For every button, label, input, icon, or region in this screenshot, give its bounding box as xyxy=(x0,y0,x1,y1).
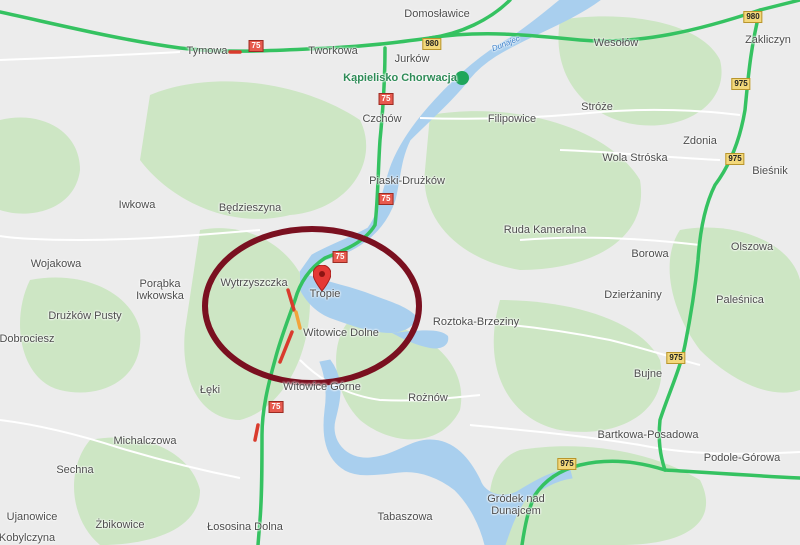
label-stroze[interactable]: Stróże xyxy=(581,101,613,113)
road-shield-75: 75 xyxy=(378,193,394,205)
label-domoslawice[interactable]: Domosławice xyxy=(404,8,469,20)
label-podole[interactable]: Podole-Górowa xyxy=(704,452,780,464)
label-dobrociesz[interactable]: Dobrociesz xyxy=(0,333,55,345)
road-shield-975: 975 xyxy=(666,352,686,364)
label-roznow[interactable]: Rożnów xyxy=(408,392,448,404)
label-czchow[interactable]: Czchów xyxy=(362,113,401,125)
label-iwkowa[interactable]: Iwkowa xyxy=(119,199,156,211)
label-ujanowice[interactable]: Ujanowice xyxy=(7,511,58,523)
label-ruda[interactable]: Ruda Kameralna xyxy=(500,224,590,236)
road-shield-75: 75 xyxy=(248,40,264,52)
road-shield-975: 975 xyxy=(725,153,745,165)
map-view[interactable]: Domosławice Tymowa Tworkowa Jurków Wesoł… xyxy=(0,0,800,545)
label-lososina[interactable]: Łososina Dolna xyxy=(200,521,290,533)
label-roztoka[interactable]: Roztoka-Brzeziny xyxy=(433,316,519,328)
label-druzkow[interactable]: Drużków Pusty xyxy=(40,310,130,322)
label-bedzieszyna[interactable]: Będzieszyna xyxy=(219,202,281,214)
label-biesnik[interactable]: Bieśnik xyxy=(752,165,787,177)
label-jurkow[interactable]: Jurków xyxy=(395,53,430,65)
location-pin-icon[interactable] xyxy=(313,265,331,291)
label-wytrzyszczka[interactable]: Wytrzyszczka xyxy=(220,277,287,289)
label-piaski[interactable]: Piaski-Drużków xyxy=(369,175,445,187)
label-olszowa[interactable]: Olszowa xyxy=(731,241,773,253)
road-shield-75: 75 xyxy=(332,251,348,263)
road-shield-980: 980 xyxy=(422,38,442,50)
label-bartkowa[interactable]: Bartkowa-Posadowa xyxy=(598,429,699,441)
label-filipowice[interactable]: Filipowice xyxy=(488,113,536,125)
label-michalczowa[interactable]: Michalczowa xyxy=(114,435,177,447)
label-grodek[interactable]: Gródek nad Dunajcem xyxy=(471,493,561,517)
label-bujne[interactable]: Bujne xyxy=(634,368,662,380)
label-kapielisko[interactable]: Kąpielisko Chorwacja xyxy=(343,72,457,84)
road-shield-980: 980 xyxy=(743,11,763,23)
label-tabaszowa[interactable]: Tabaszowa xyxy=(377,511,432,523)
label-wojakowa[interactable]: Wojakowa xyxy=(31,258,82,270)
label-wesolow[interactable]: Wesołów xyxy=(594,37,638,49)
road-shield-975: 975 xyxy=(731,78,751,90)
label-witowice-gorne[interactable]: Witowice Górne xyxy=(277,381,367,393)
label-zbikowice[interactable]: Żbikowice xyxy=(96,519,145,531)
road-shield-75: 75 xyxy=(378,93,394,105)
label-palesnica[interactable]: Paleśnica xyxy=(716,294,764,306)
road-shield-975: 975 xyxy=(557,458,577,470)
label-leki[interactable]: Łęki xyxy=(200,384,220,396)
label-borowa[interactable]: Borowa xyxy=(631,248,668,260)
label-zakliczyn[interactable]: Zakliczyn xyxy=(745,34,791,46)
label-witowice-dolne[interactable]: Witowice Dolne xyxy=(296,327,386,339)
label-porabka[interactable]: Porąbka Iwkowska xyxy=(115,278,205,302)
label-tworkowa[interactable]: Tworkowa xyxy=(308,45,358,57)
label-sechna[interactable]: Sechna xyxy=(56,464,93,476)
label-zdonia[interactable]: Zdonia xyxy=(683,135,717,147)
road-shield-75: 75 xyxy=(268,401,284,413)
label-kobylczyna[interactable]: Kobylczyna xyxy=(0,532,55,544)
label-tymowa[interactable]: Tymowa xyxy=(187,45,228,57)
label-dzierzaniny[interactable]: Dzierżaniny xyxy=(604,289,661,301)
label-wolastroska[interactable]: Wola Stróska xyxy=(602,152,667,164)
